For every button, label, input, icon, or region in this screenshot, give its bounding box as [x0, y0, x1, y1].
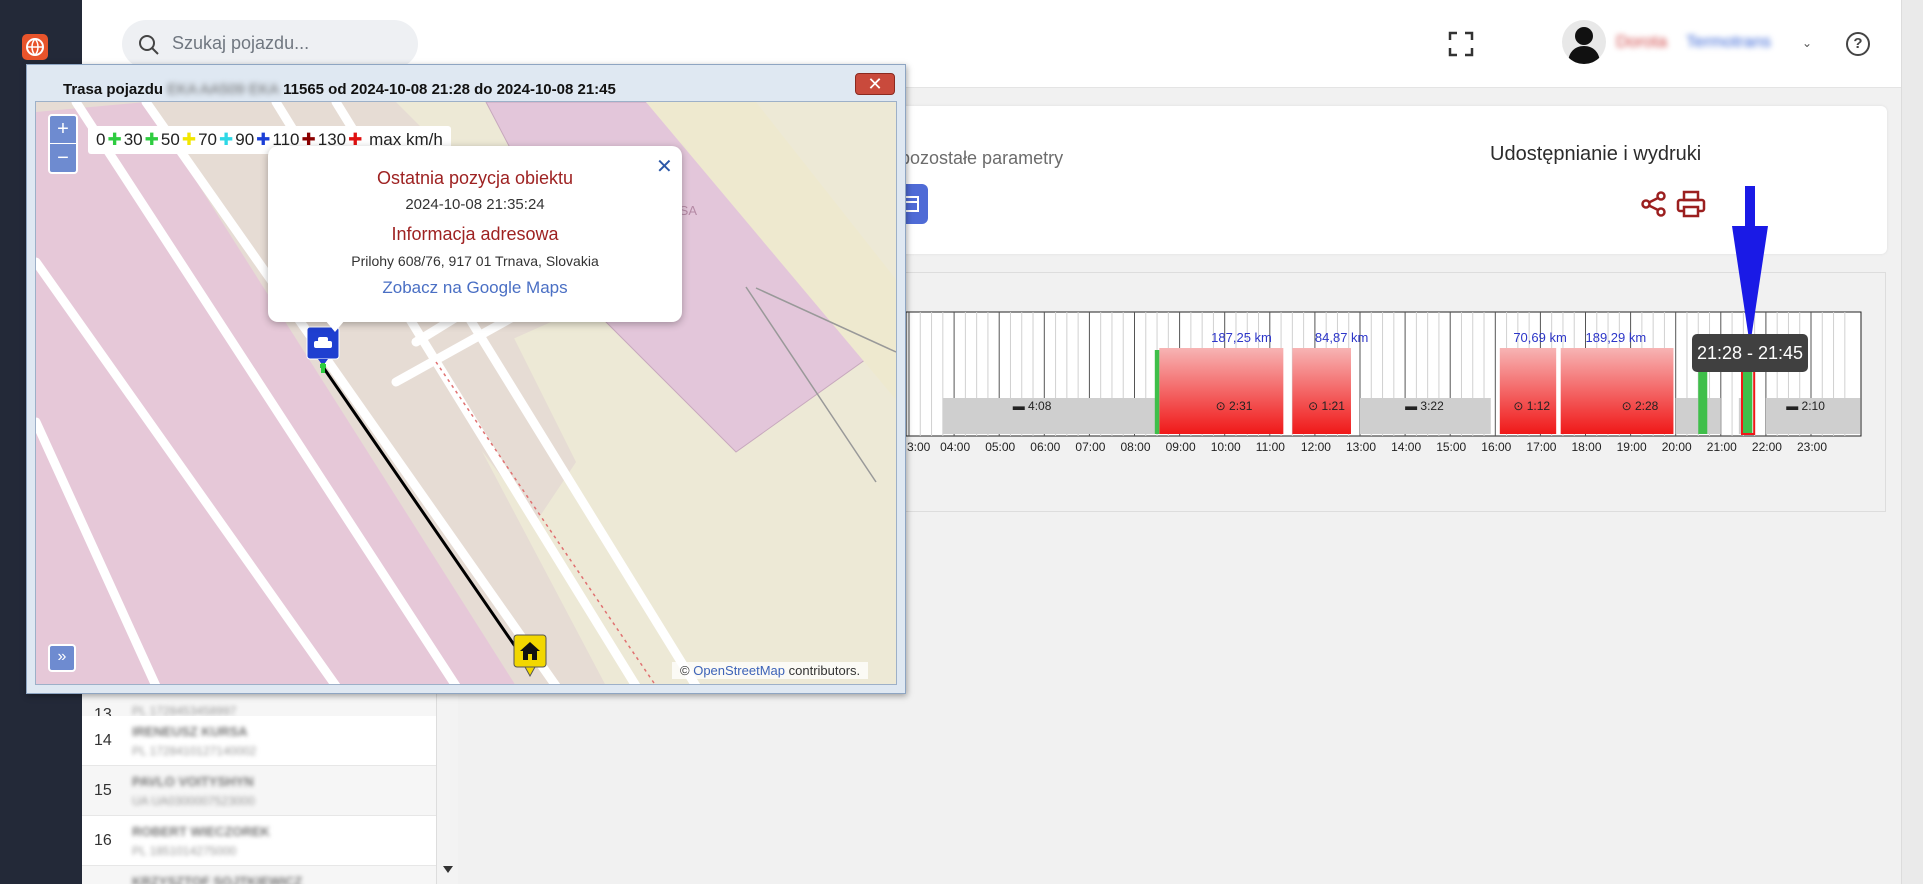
- search-input[interactable]: Szukaj pojazdu...: [172, 33, 309, 54]
- drive-duration-label: ⊙ 2:31: [1216, 399, 1253, 413]
- tick-label: 12:00: [1301, 440, 1331, 454]
- scroll-down-arrow-icon[interactable]: [443, 866, 453, 874]
- tick-label: 08:00: [1121, 440, 1151, 454]
- tick-label: 16:00: [1481, 440, 1511, 454]
- list-item[interactable]: 16 ROBERT WIECZOREK PL 1851014275000: [82, 816, 436, 866]
- distance-label: 189,29 km: [1586, 330, 1647, 345]
- tick-label: 17:00: [1526, 440, 1556, 454]
- list-item[interactable]: 15 PAVLO VOITYSHYN UA UA0300007523000: [82, 766, 436, 816]
- popup-close-icon[interactable]: ✕: [656, 154, 673, 179]
- page-scrollbar[interactable]: [1901, 0, 1923, 884]
- legend-cross-icon: ✚: [256, 130, 271, 149]
- legend-speed-value: 50: [160, 130, 180, 149]
- map-attribution: © OpenStreetMap contributors.: [672, 662, 869, 679]
- tick-label: 14:00: [1391, 440, 1421, 454]
- legend-cross-icon: ✚: [107, 130, 122, 149]
- fullscreen-icon[interactable]: [1448, 31, 1474, 57]
- legend-speed-value: 90: [235, 130, 255, 149]
- tick-label: 18:00: [1572, 440, 1602, 454]
- tick-label: 20:00: [1662, 440, 1692, 454]
- tick-label: 11:00: [1256, 440, 1285, 454]
- legend-speed-value: 0: [96, 130, 106, 149]
- drive-duration-label: ⊙ 1:21: [1308, 399, 1345, 413]
- short-drive-block: [1154, 350, 1160, 434]
- legend-cross-icon: ✚: [181, 130, 197, 149]
- avatar[interactable]: [1562, 20, 1606, 64]
- tick-label: 15:00: [1436, 440, 1466, 454]
- search-icon: [139, 35, 159, 55]
- tick-label: 22:00: [1752, 440, 1782, 454]
- tick-label: 06:00: [1030, 440, 1060, 454]
- popup-heading-address: Informacja adresowa: [391, 224, 559, 244]
- openstreetmap-link[interactable]: OpenStreetMap: [693, 663, 785, 678]
- close-button[interactable]: ✕: [855, 73, 895, 95]
- distance-label: 70,69 km: [1513, 330, 1566, 345]
- zoom-in-button[interactable]: +: [50, 116, 76, 144]
- route-dialog: Trasa pojazdu EKA AA509 EKA 11565 od 202…: [26, 64, 906, 694]
- drive-block: [1159, 348, 1284, 434]
- legend-cross-icon: ✚: [218, 130, 234, 149]
- rest-duration-label: ▬ 4:08: [1013, 399, 1052, 413]
- drive-block: [1560, 348, 1674, 434]
- tick-label: 3:00: [907, 440, 931, 454]
- selected-range-tooltip: 21:28 - 21:45: [1692, 334, 1808, 372]
- rest-duration-label: ▬ 2:10: [1786, 399, 1825, 413]
- tick-label: 21:00: [1707, 440, 1737, 454]
- tick-label: 04:00: [940, 440, 970, 454]
- drive-duration-label: ⊙ 1:12: [1513, 399, 1550, 413]
- popup-datetime: 2024-10-08 21:35:24: [405, 196, 545, 213]
- home-marker-icon[interactable]: [513, 634, 547, 678]
- list-item[interactable]: KRZYSZTOF SOJTKIEWICZ: [82, 866, 436, 884]
- tick-label: 13:00: [1346, 440, 1376, 454]
- route-map[interactable]: PSA + − 0 ✚ 30 ✚ 50 ✚ 70 ✚ 90 ✚ 110 ✚ 130 ✚ max km/h …: [35, 101, 897, 685]
- expand-button[interactable]: »: [48, 644, 76, 672]
- tick-label: 09:00: [1166, 440, 1196, 454]
- other-params-label: pozostałe parametry: [900, 148, 1064, 168]
- activity-timeline[interactable]: 3:00 04:00 05:00 06:00 07:00 08:00 09:00 10:00 1…: [906, 310, 1862, 460]
- rest-duration-label: ▬ 3:22: [1405, 399, 1444, 413]
- distance-label: 187,25 km: [1211, 330, 1272, 345]
- user-name[interactable]: Dorota Termotrans: [1616, 32, 1806, 52]
- position-popup: Ostatnia pozycja obiektu 2024-10-08 21:3…: [268, 146, 682, 322]
- blue-arrow-icon: [1732, 186, 1768, 346]
- logo-icon[interactable]: [22, 34, 48, 60]
- tick-label: 05:00: [985, 440, 1015, 454]
- drive-block: [1292, 348, 1351, 434]
- drive-block: [1499, 348, 1557, 434]
- zoom-control: + −: [48, 114, 78, 174]
- popup-heading-position: Ostatnia pozycja obiektu: [376, 168, 574, 188]
- distance-label: 84,87 km: [1315, 330, 1368, 345]
- google-maps-link[interactable]: Zobacz na Google Maps: [268, 278, 682, 298]
- vehicle-search[interactable]: Szukaj pojazdu...: [122, 20, 418, 68]
- sharing-title: Udostępnianie i wydruki: [1490, 143, 1702, 165]
- popup-pointer: [325, 320, 345, 332]
- list-item[interactable]: 14 IRENEUSZ KURSA PL 1728410127140002: [82, 716, 436, 766]
- legend-speed-value: 30: [123, 130, 143, 149]
- chevron-down-icon[interactable]: ⌄: [1802, 36, 1812, 50]
- help-icon[interactable]: ?: [1846, 32, 1870, 56]
- driver-list: 13 PL 1728453458997 14 IRENEUSZ KURSA PL…: [82, 690, 458, 884]
- popup-address: Prilohy 608/76, 917 01 Trnava, Slovakia: [351, 253, 599, 269]
- drive-duration-label: ⊙ 2:28: [1622, 399, 1659, 413]
- legend-cross-icon: ✚: [144, 130, 159, 149]
- vehicle-marker-icon[interactable]: [306, 326, 340, 376]
- legend-speed-value: 70: [198, 130, 217, 149]
- zoom-out-button[interactable]: −: [50, 145, 76, 173]
- rest-block: [1134, 398, 1158, 434]
- share-icon[interactable]: [1640, 190, 1668, 223]
- tick-label: 23:00: [1797, 440, 1827, 454]
- tick-label: 10:00: [1211, 440, 1241, 454]
- tick-label: 07:00: [1075, 440, 1105, 454]
- tick-label: 19:00: [1617, 440, 1647, 454]
- dialog-title: Trasa pojazdu EKA AA509 EKA 11565 od 202…: [63, 81, 616, 98]
- list-scrollbar[interactable]: [436, 690, 458, 884]
- print-icon[interactable]: [1676, 190, 1706, 223]
